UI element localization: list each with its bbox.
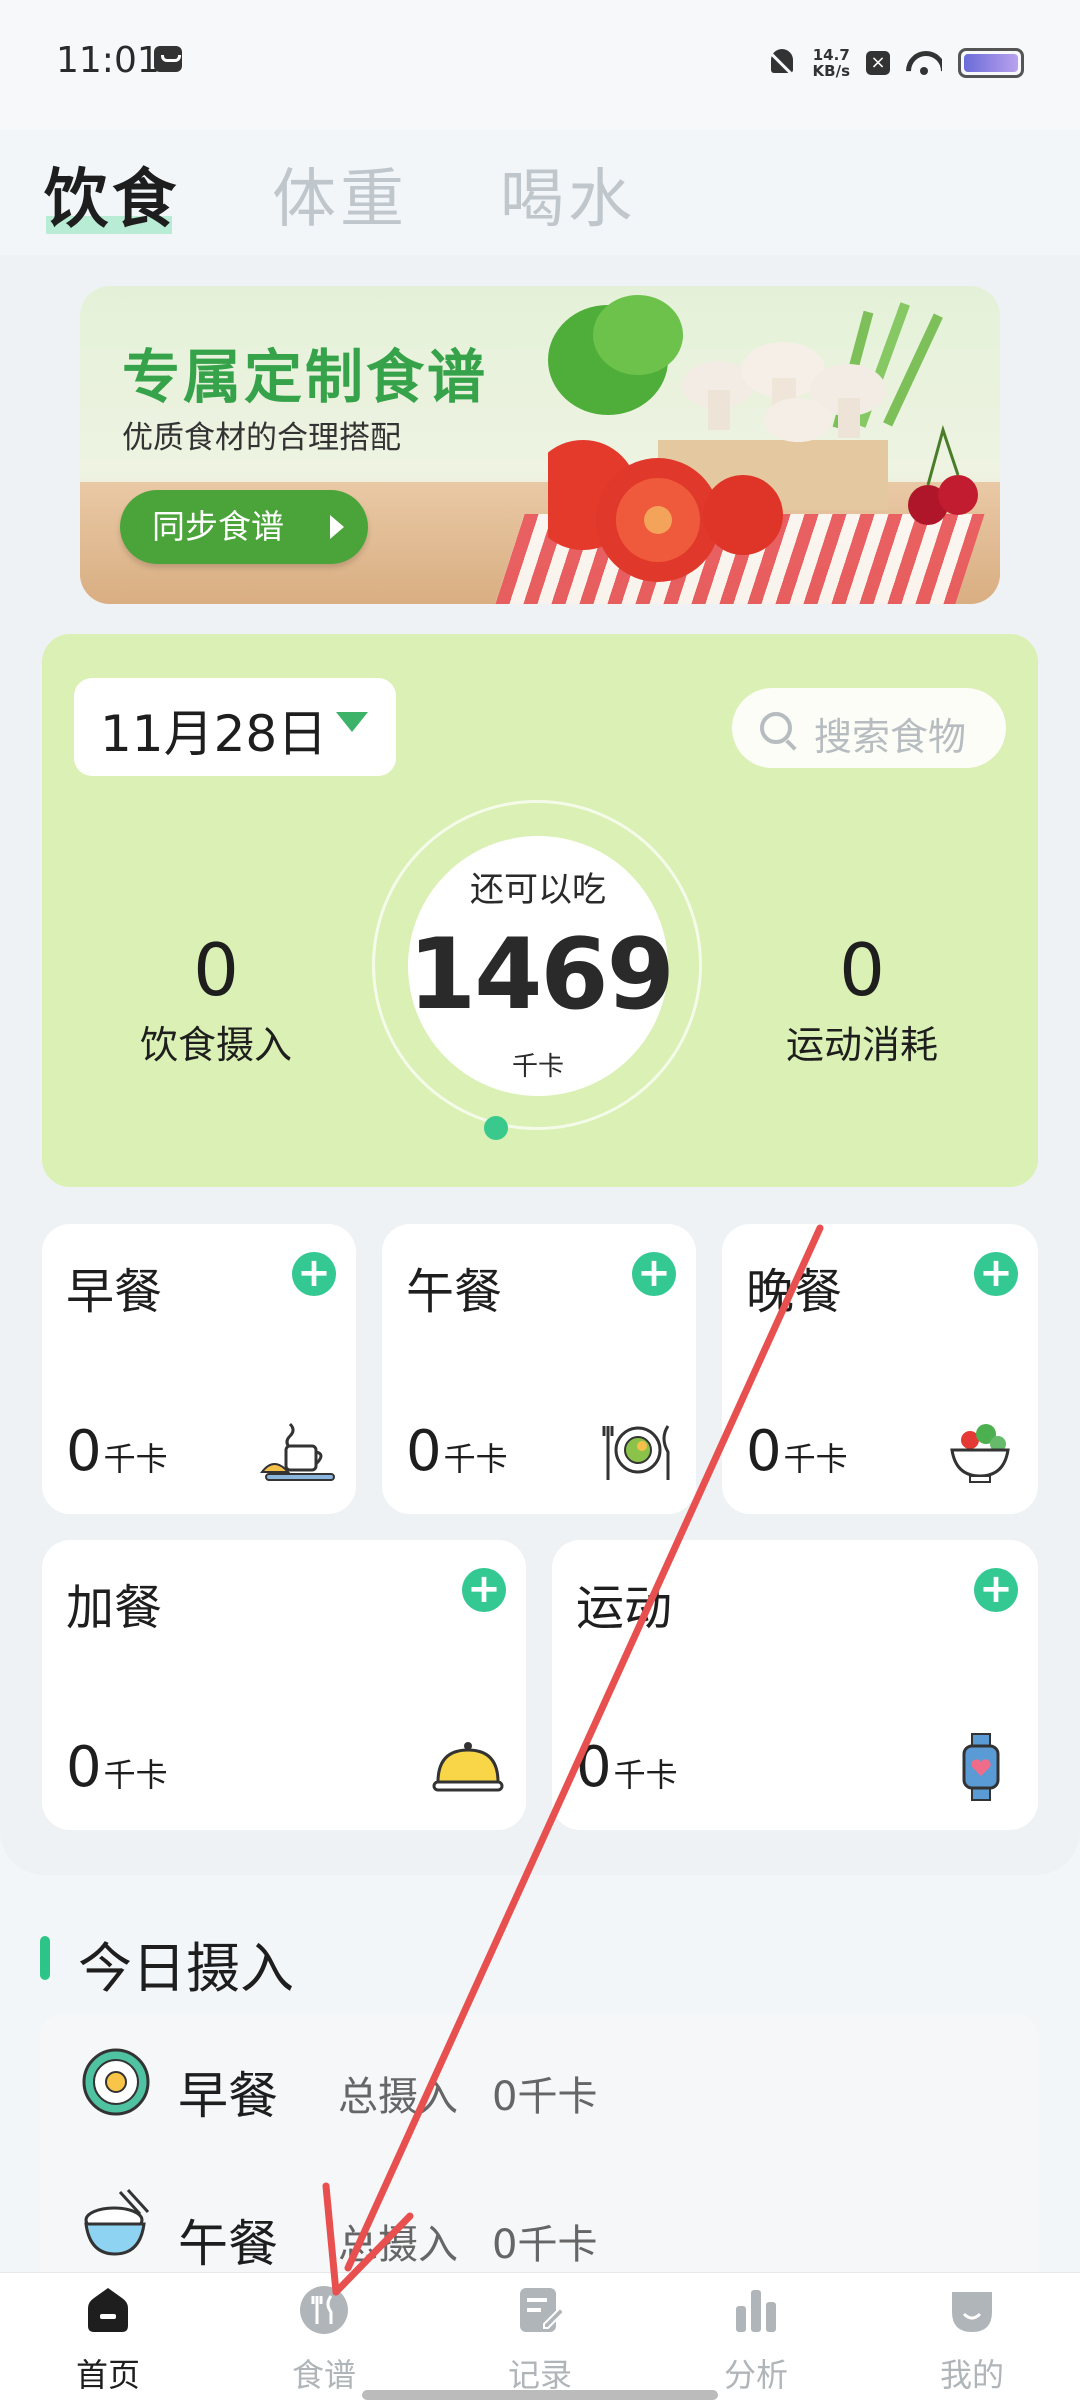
status-time: 11:01 [56,40,160,81]
today-row-breakfast[interactable]: 早餐 总摄入 0千卡 [40,2026,1038,2146]
meal-kcal: 0千卡 [746,1419,848,1484]
burn-label: 运动消耗 [785,1023,938,1067]
intake-value: 0 [193,928,239,1012]
add-lunch-button[interactable]: + [632,1252,676,1296]
date-label: 11月28日 [100,705,328,763]
caret-down-icon [336,712,368,732]
meal-kcal: 0千卡 [66,1419,168,1484]
sync-recipe-button[interactable]: 同步食谱 [120,490,368,564]
status-bar: 11:01 14.7 KB/s × [0,0,1080,130]
total-intake-value: 0千卡 [492,2222,598,2268]
intake-label: 饮食摄入 [139,1023,292,1067]
record-edit-icon [520,2288,566,2332]
fried-egg-icon [82,2048,150,2116]
utensils-icon [300,2286,348,2334]
remaining-unit: 千卡 [511,1052,564,1082]
top-tabs: 饮食 体重 喝水 [44,148,636,240]
meal-kcal: 0千卡 [576,1735,678,1800]
total-intake-value: 0千卡 [492,2074,598,2120]
mute-bell-icon [767,47,797,79]
add-snack-button[interactable]: + [462,1568,506,1612]
wifi-icon [906,49,942,77]
search-placeholder: 搜索食物 [814,715,967,759]
ring-progress-dot [484,1116,508,1140]
home-icon [88,2288,128,2332]
smartwatch-icon [962,1733,1000,1801]
today-intake-title: 今日摄入 [78,1937,294,2000]
meal-kcal: 0千卡 [406,1419,508,1484]
total-intake-label: 总摄入 [338,2222,458,2268]
home-indicator [362,2390,718,2400]
nav-records[interactable]: 记录 [470,2284,610,2396]
rice-bowl-icon [84,2188,150,2256]
meal-kcal: 0千卡 [66,1735,168,1800]
meal-card-exercise[interactable]: 运动 + 0千卡 [552,1540,1038,1830]
status-indicators: 14.7 KB/s × [767,40,1024,86]
banner-title: 专属定制食谱 [122,343,489,411]
nav-home[interactable]: 首页 [38,2284,178,2396]
meal-title: 运动 [576,1580,673,1636]
tab-weight[interactable]: 体重 [272,148,408,240]
search-icon [760,712,792,744]
close-box-icon: × [866,51,890,75]
banner-subtitle: 优质食材的合理搭配 [122,420,401,456]
meal-title: 加餐 [66,1580,163,1636]
meal-card-breakfast[interactable]: 早餐 + 0千卡 [42,1224,356,1514]
remaining-value: 1469 [408,918,675,1032]
nav-recipes[interactable]: 食谱 [254,2284,394,2396]
intake-stat: 0 饮食摄入 [106,930,326,1069]
meal-card-snack[interactable]: 加餐 + 0千卡 [42,1540,526,1830]
cloche-icon [432,1742,504,1792]
tab-diet[interactable]: 饮食 [44,148,180,240]
nav-analysis[interactable]: 分析 [686,2284,826,2396]
meal-card-lunch[interactable]: 午餐 + 0千卡 [382,1224,696,1514]
today-meal-name: 早餐 [178,2067,278,2125]
vegetables-illustration [548,295,978,582]
meal-title: 午餐 [406,1264,503,1320]
coffee-croissant-icon [260,1422,335,1481]
nav-profile[interactable]: 我的 [902,2284,1042,2396]
salad-bowl-icon [950,1424,1010,1483]
add-breakfast-button[interactable]: + [292,1252,336,1296]
meal-title: 晚餐 [746,1264,843,1320]
section-accent-bar [40,1936,50,1980]
bar-chart-icon [736,2290,776,2332]
tab-water[interactable]: 喝水 [500,148,636,240]
burn-stat: 0 运动消耗 [752,930,972,1069]
add-exercise-button[interactable]: + [974,1568,1018,1612]
add-dinner-button[interactable]: + [974,1252,1018,1296]
plate-fork-knife-icon [602,1425,670,1480]
profile-icon [952,2292,992,2332]
network-speed: 14.7 KB/s [812,46,850,80]
remaining-label: 还可以吃 [470,870,606,910]
today-meal-name: 午餐 [178,2215,278,2273]
meal-title: 早餐 [66,1264,163,1320]
burn-value: 0 [839,928,885,1012]
play-arrow-icon [330,515,344,539]
message-notification-icon [154,46,182,72]
total-intake-label: 总摄入 [338,2074,458,2120]
meal-card-dinner[interactable]: 晚餐 + 0千卡 [722,1224,1038,1514]
battery-icon [958,48,1024,78]
